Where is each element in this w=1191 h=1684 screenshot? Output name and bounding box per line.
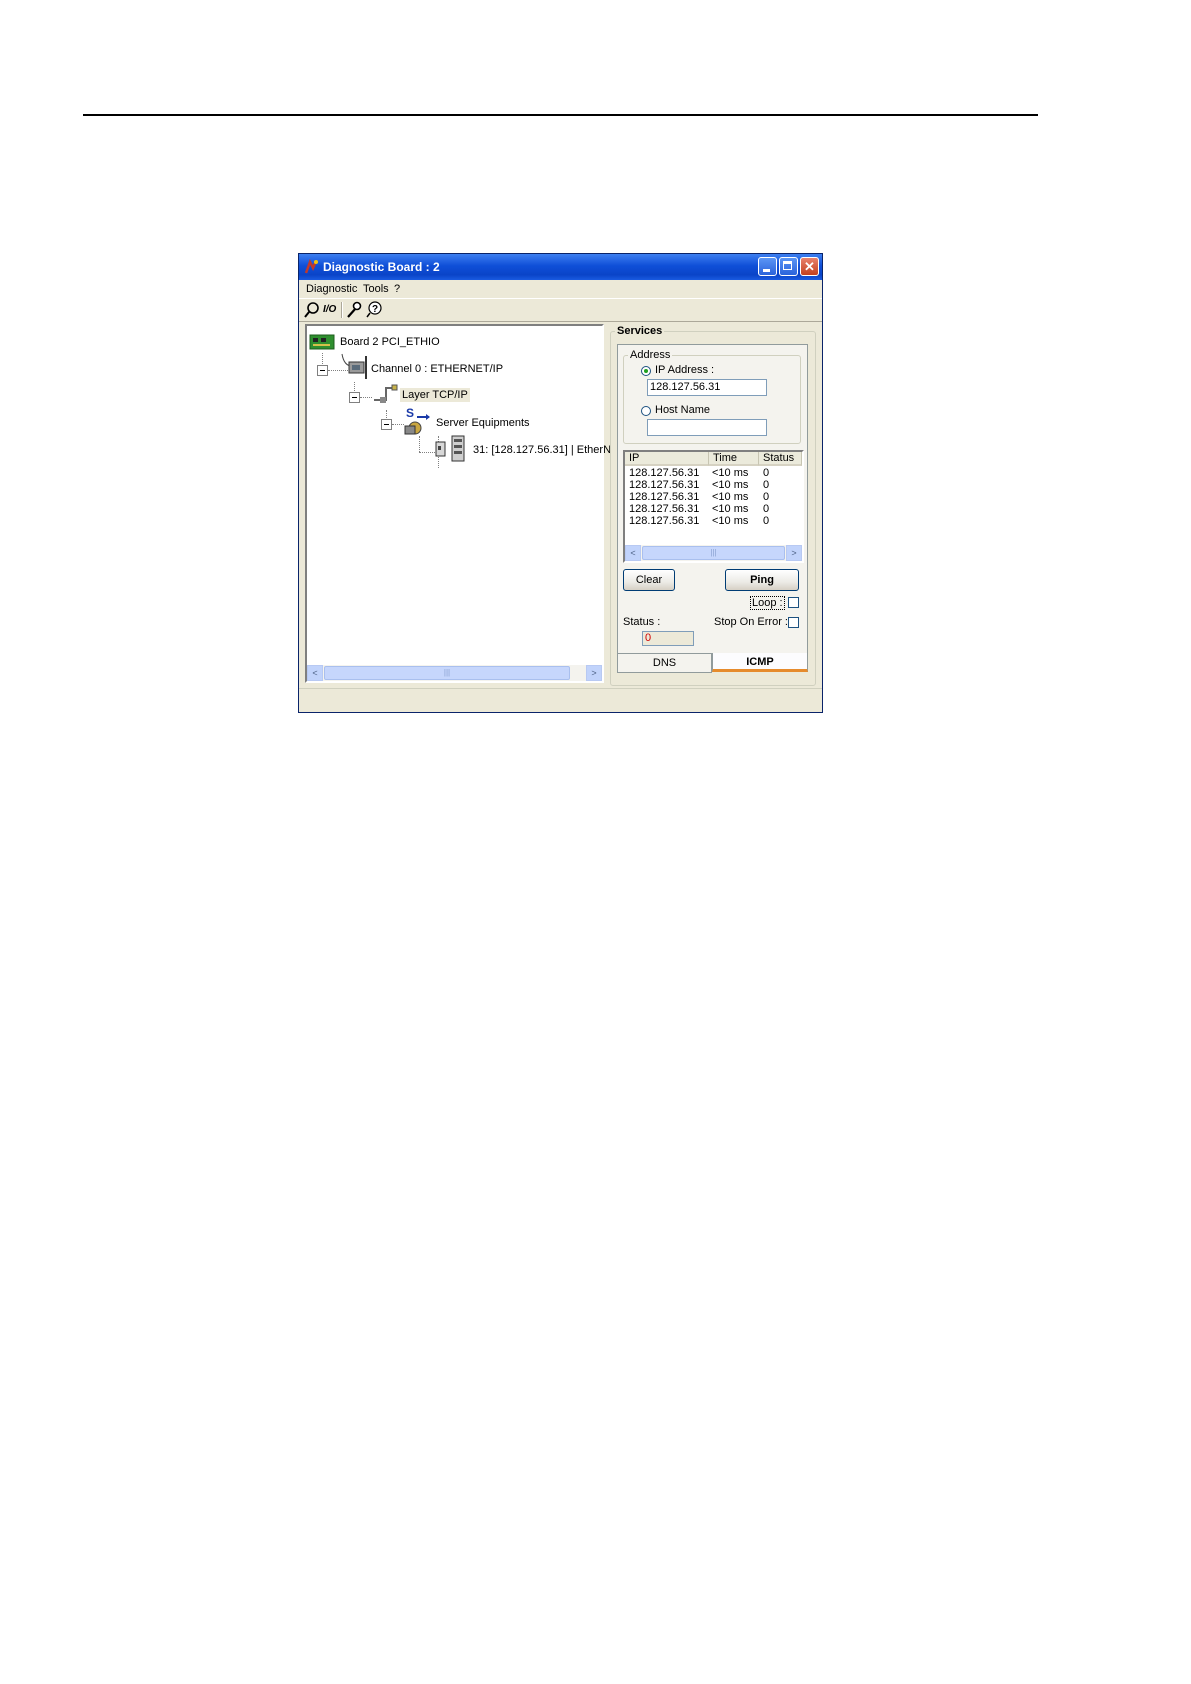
- app-icon: [304, 259, 318, 274]
- io-icon[interactable]: I/O: [323, 301, 336, 319]
- status-field: 0: [642, 631, 694, 646]
- ip-address-radio[interactable]: [641, 366, 651, 376]
- menu-help[interactable]: ?: [394, 283, 400, 295]
- collapse-toggle-server[interactable]: [381, 419, 392, 430]
- services-group: Services Address IP Address : 128.127.56…: [610, 325, 816, 686]
- list-scroll-left-arrow[interactable]: <: [625, 545, 641, 561]
- ping-button[interactable]: Ping: [725, 569, 799, 591]
- maximize-button[interactable]: [779, 257, 798, 276]
- channel-icon: [341, 353, 367, 379]
- svg-text:?: ?: [372, 304, 378, 315]
- tab-icmp[interactable]: ICMP: [712, 653, 808, 672]
- title-bar[interactable]: Diagnostic Board : 2 ✕: [299, 254, 822, 280]
- diagnostic-window: Diagnostic Board : 2 ✕ Diagnostic Tools …: [298, 253, 823, 713]
- column-header-ip[interactable]: IP: [625, 452, 709, 466]
- cell-status: 0: [763, 479, 770, 491]
- icmp-tab-panel: Address IP Address : 128.127.56.31 Host …: [617, 344, 808, 654]
- ip-address-label: IP Address :: [655, 364, 715, 376]
- stop-on-error-label: Stop On Error :: [714, 616, 788, 628]
- scroll-right-arrow[interactable]: >: [586, 665, 602, 681]
- ping-results-list[interactable]: IP Time Status 128.127.56.31 <10 ms 0 12…: [623, 450, 804, 563]
- tree-node-equipment[interactable]: 31: [128.127.56.31] | EtherN: [473, 444, 611, 456]
- close-icon: ✕: [804, 259, 815, 274]
- device-tree[interactable]: Board 2 PCI_ETHIO Channel 0 : ETHERNET/I…: [305, 324, 611, 683]
- close-button[interactable]: ✕: [800, 257, 819, 276]
- address-group: Address IP Address : 128.127.56.31 Host …: [623, 349, 801, 444]
- list-scroll-thumb[interactable]: |||: [642, 546, 785, 560]
- column-header-time[interactable]: Time: [709, 452, 759, 466]
- services-legend: Services: [615, 325, 665, 337]
- ip-address-input[interactable]: 128.127.56.31: [647, 379, 767, 396]
- host-name-radio[interactable]: [641, 406, 651, 416]
- help-icon[interactable]: ?: [366, 301, 382, 319]
- cell-status: 0: [763, 503, 770, 515]
- status-bar: [299, 688, 822, 713]
- tree-node-board[interactable]: Board 2 PCI_ETHIO: [340, 336, 440, 348]
- cell-status: 0: [763, 491, 770, 503]
- list-row[interactable]: 128.127.56.31 <10 ms 0: [625, 515, 801, 528]
- stop-on-error-checkbox[interactable]: [788, 617, 799, 628]
- toolbar-separator: [341, 302, 343, 318]
- tree-line: [360, 397, 372, 398]
- tree-node-channel[interactable]: Channel 0 : ETHERNET/IP: [371, 363, 503, 375]
- clear-button[interactable]: Clear: [623, 569, 675, 591]
- equipment-icon: [435, 435, 465, 462]
- maximize-icon: [783, 261, 792, 270]
- status-label: Status :: [623, 616, 661, 628]
- address-legend: Address: [628, 349, 673, 361]
- list-scroll-right-arrow[interactable]: >: [786, 545, 802, 561]
- list-horizontal-scrollbar[interactable]: < ||| >: [625, 545, 802, 561]
- layer-icon: [374, 384, 398, 403]
- cell-time: <10 ms: [712, 479, 749, 491]
- scroll-thumb[interactable]: |||: [324, 666, 570, 680]
- menu-tools[interactable]: Tools: [363, 283, 389, 295]
- host-name-input[interactable]: [647, 419, 767, 436]
- tree-node-server[interactable]: Server Equipments: [436, 417, 530, 429]
- cell-ip: 128.127.56.31: [629, 479, 700, 491]
- tree-horizontal-scrollbar[interactable]: < ||| >: [307, 665, 602, 681]
- cell-status: 0: [763, 515, 770, 527]
- toolbar: I/O ?: [299, 298, 822, 322]
- collapse-toggle-channel[interactable]: [317, 365, 328, 376]
- cell-ip: 128.127.56.31: [629, 467, 700, 479]
- column-header-status[interactable]: Status: [759, 452, 802, 466]
- cell-ip: 128.127.56.31: [629, 491, 700, 503]
- cell-ip: 128.127.56.31: [629, 515, 700, 527]
- loop-label: Loop :: [750, 596, 785, 610]
- cell-ip: 128.127.56.31: [629, 503, 700, 515]
- minimize-icon: [763, 269, 770, 272]
- collapse-toggle-layer[interactable]: [349, 392, 360, 403]
- wrench-icon[interactable]: [346, 301, 362, 319]
- cell-time: <10 ms: [712, 491, 749, 503]
- tree-line: [419, 436, 420, 452]
- menu-diagnostic[interactable]: Diagnostic: [306, 283, 357, 295]
- cell-time: <10 ms: [712, 515, 749, 527]
- cell-status: 0: [763, 467, 770, 479]
- cell-time: <10 ms: [712, 503, 749, 515]
- cell-time: <10 ms: [712, 467, 749, 479]
- loop-checkbox[interactable]: [788, 597, 799, 608]
- tree-node-layer[interactable]: Layer TCP/IP: [400, 388, 470, 402]
- host-name-label: Host Name: [655, 404, 711, 416]
- board-icon: [309, 334, 335, 350]
- search-icon[interactable]: [304, 301, 320, 319]
- page-rule: [83, 114, 1038, 116]
- server-icon: [404, 414, 430, 435]
- menu-bar: Diagnostic Tools ?: [299, 280, 822, 298]
- tab-dns[interactable]: DNS: [617, 654, 712, 673]
- scroll-left-arrow[interactable]: <: [307, 665, 323, 681]
- minimize-button[interactable]: [758, 257, 777, 276]
- window-title: Diagnostic Board : 2: [323, 260, 440, 274]
